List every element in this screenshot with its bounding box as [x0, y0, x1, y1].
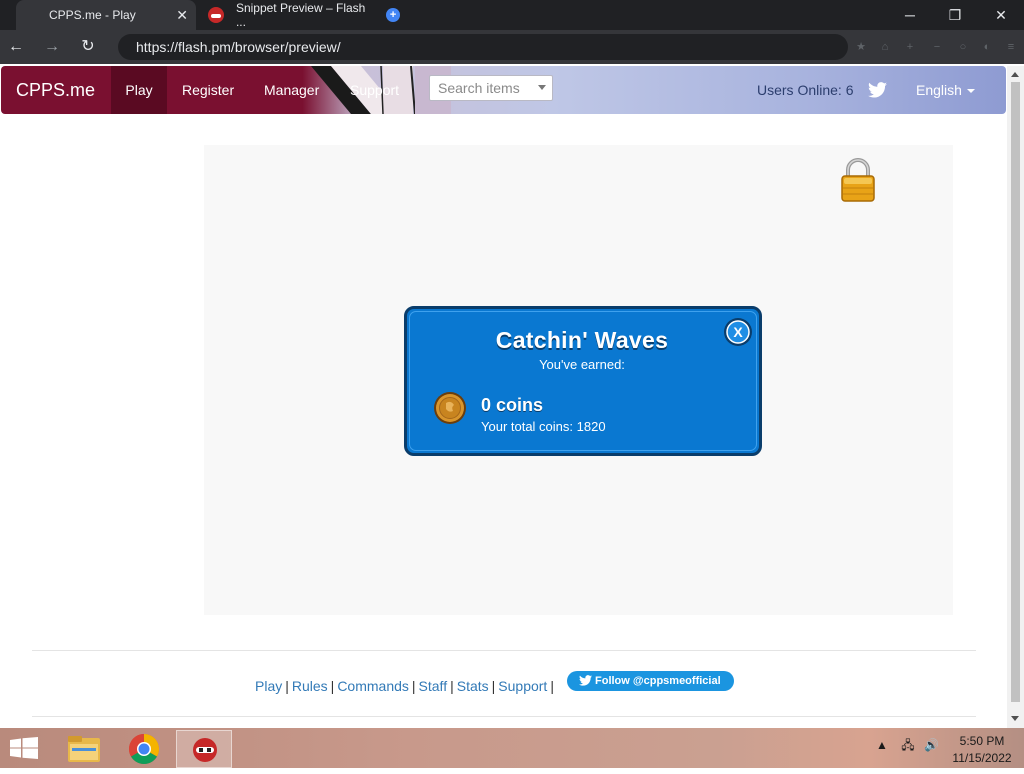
earned-label: You've earned:	[539, 357, 625, 372]
star-icon[interactable]: ★	[854, 40, 868, 54]
scroll-up-arrow-icon[interactable]	[1011, 72, 1019, 77]
dropdown-caret-icon	[538, 85, 546, 90]
plus-icon[interactable]: +	[903, 40, 917, 54]
zoom-icon[interactable]: ○	[956, 40, 970, 54]
flash-favicon-icon	[208, 7, 224, 23]
chrome-icon[interactable]	[116, 730, 172, 768]
tab-media-icon: +	[386, 8, 400, 22]
close-label: X	[733, 324, 743, 340]
browser-tab-bar: CPPS.me - Play ✕ Snippet Preview – Flash…	[0, 0, 1024, 30]
minus-icon[interactable]: −	[930, 40, 944, 54]
flash-browser-task[interactable]	[176, 730, 232, 768]
address-bar[interactable]: https://flash.pm/browser/preview/	[118, 34, 848, 60]
scrollbar-thumb[interactable]	[1011, 82, 1020, 702]
coin-icon	[434, 392, 466, 424]
footer-link-support[interactable]: Support	[498, 678, 547, 694]
windows-start-icon[interactable]	[10, 737, 38, 759]
reload-button[interactable]: ↻	[76, 35, 100, 59]
footer-link-stats[interactable]: Stats	[457, 678, 489, 694]
search-items-select[interactable]: Search items	[429, 75, 553, 101]
users-online-count: Users Online: 6	[757, 82, 854, 98]
window-close-button[interactable]: ✕	[986, 4, 1016, 26]
forward-button[interactable]: →	[40, 35, 64, 59]
show-hidden-icons-icon[interactable]: ▲	[876, 738, 888, 752]
maximize-button[interactable]: ❐	[940, 4, 970, 26]
coins-earned-value: 0 coins	[481, 395, 544, 415]
footer-link-commands[interactable]: Commands	[337, 678, 409, 694]
scroll-down-arrow-icon[interactable]	[1011, 716, 1019, 721]
twitter-icon	[579, 675, 592, 686]
nav-link-play[interactable]: Play	[111, 66, 167, 114]
tab-title: CPPS.me - Play	[49, 8, 136, 22]
dialog-title: Catchin' Waves	[495, 327, 669, 353]
minimize-button[interactable]: ─	[895, 4, 925, 26]
nav-link-manager[interactable]: Manager	[264, 66, 319, 114]
follow-label: Follow @cppsmeofficial	[595, 675, 721, 687]
flash-browser-icon	[193, 738, 217, 762]
menu-icon[interactable]: ≡	[1004, 40, 1018, 54]
extension-icon[interactable]: ◐	[980, 40, 994, 54]
nav-link-register[interactable]: Register	[182, 66, 234, 114]
clock-time[interactable]: 5:50 PM	[952, 734, 1012, 748]
page-scrollbar[interactable]	[1007, 66, 1024, 728]
chevron-down-icon	[966, 89, 975, 94]
language-dropdown[interactable]: English	[916, 82, 975, 98]
total-coins-value: Your total coins: 1820	[481, 419, 606, 434]
language-label: English	[916, 82, 962, 98]
footer-link-staff[interactable]: Staff	[419, 678, 448, 694]
search-placeholder: Search items	[438, 80, 520, 96]
home-icon[interactable]: ⌂	[878, 40, 892, 54]
tab-snippet-preview[interactable]: Snippet Preview – Flash ... +	[200, 0, 400, 30]
coins-earned-dialog: Catchin' Waves You've earned: X 0 coins …	[404, 306, 762, 456]
tab-title: Snippet Preview – Flash ...	[235, 1, 366, 29]
brand-logo[interactable]: CPPS.me	[16, 66, 95, 114]
back-button[interactable]: ←	[4, 35, 28, 59]
footer-link-rules[interactable]: Rules	[292, 678, 328, 694]
footer-link-play[interactable]: Play	[255, 678, 282, 694]
close-dialog-button[interactable]: X	[723, 317, 753, 347]
tab-close-icon[interactable]: ✕	[176, 7, 188, 24]
footer-bottom-divider	[32, 716, 976, 717]
twitter-icon[interactable]	[868, 82, 887, 98]
file-explorer-icon[interactable]	[58, 730, 114, 768]
clock-date[interactable]: 11/15/2022	[946, 751, 1018, 765]
nav-link-support[interactable]: Support	[350, 66, 399, 114]
twitter-follow-button[interactable]: Follow @cppsmeofficial	[567, 671, 734, 691]
system-tray: ▲ 🖧 🔊	[876, 736, 939, 757]
tab-cpps-play[interactable]: CPPS.me - Play ✕	[16, 0, 196, 30]
footer-links: Play | Rules | Commands | Staff | Stats | Support |	[255, 678, 554, 694]
footer-divider	[32, 650, 976, 651]
lock-icon[interactable]	[840, 157, 876, 203]
volume-icon[interactable]: 🔊	[924, 738, 939, 752]
network-icon[interactable]: 🖧	[901, 738, 914, 752]
